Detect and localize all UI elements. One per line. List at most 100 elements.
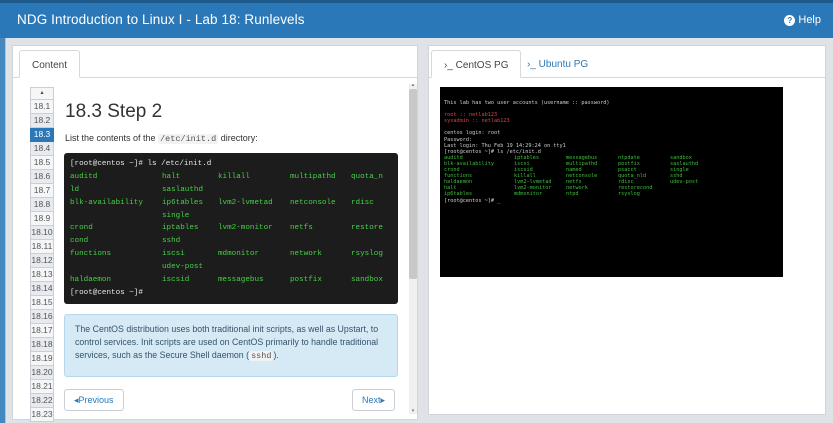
vm-final-prompt: [root@centos ~]# _: [444, 197, 501, 204]
vm-entry: ip6tables: [444, 191, 473, 198]
terminal-entry: blk-availability: [70, 198, 143, 207]
terminal-line: haldaemon iscsid messagebus postfix sandbox: [70, 274, 392, 287]
content-tabbar: Content: [13, 46, 417, 78]
app-title: NDG Introduction to Linux I - Lab 18: Ru…: [17, 12, 305, 27]
terminal-entry: postfix: [290, 276, 322, 285]
info-text: The CentOS distribution uses both tradit…: [75, 324, 379, 360]
step-link[interactable]: 18.16: [30, 310, 54, 324]
terminal-entry: auditd: [70, 172, 98, 181]
scroll-up-arrow-icon[interactable]: ▴: [409, 82, 417, 88]
terminal-entry: rdisc: [351, 198, 374, 207]
step-link[interactable]: 18.1: [30, 100, 54, 114]
step-link[interactable]: 18.4: [30, 142, 54, 156]
step-link[interactable]: 18.17: [30, 324, 54, 338]
terminal-entry: rsyslog: [351, 250, 383, 259]
terminal-entry: messagebus: [218, 276, 264, 285]
terminal-entry: iptables: [162, 224, 199, 233]
step-link[interactable]: 18.20: [30, 366, 54, 380]
step-link[interactable]: 18.8: [30, 198, 54, 212]
terminal-entry: iscsid: [162, 276, 190, 285]
terminal-entry: halt: [162, 172, 181, 181]
terminal-entry: lvm2-lvmetad: [218, 198, 273, 207]
step-link[interactable]: 18.21: [30, 380, 54, 394]
step-link[interactable]: 18.23: [30, 408, 54, 422]
terminal-entry: network: [290, 250, 322, 259]
content-scrollbar[interactable]: ▴ ▾: [409, 82, 417, 414]
terminal-entry: mdmonitor: [218, 250, 260, 259]
scroll-thumb[interactable]: [409, 89, 417, 279]
info-code: sshd: [249, 351, 274, 361]
terminal-entry: udev-post: [162, 263, 204, 272]
terminal-entry: sshd: [162, 237, 181, 246]
step-link[interactable]: 18.19: [30, 352, 54, 366]
vm-console-screen[interactable]: This lab has two user accounts (username…: [440, 87, 783, 277]
help-button[interactable]: ? Help: [784, 14, 821, 26]
step-link[interactable]: 18.5: [30, 156, 54, 170]
step-link[interactable]: 18.22: [30, 394, 54, 408]
step-link[interactable]: 18.15: [30, 296, 54, 310]
question-circle-icon: ?: [784, 14, 796, 26]
vm-entry: [670, 191, 720, 197]
info-callout: The CentOS distribution uses both tradit…: [64, 314, 398, 377]
terminal-entry: haldaemon: [70, 276, 112, 285]
terminal-entry: ld: [70, 185, 80, 194]
vm-entry: mdmonitor: [514, 191, 543, 198]
vm-listing: auditd iptables messagebus ntpdate sandbox bl…: [444, 155, 779, 198]
terminal-listing: auditd halt killall multipathd quota_n ld sasl…: [70, 171, 392, 287]
step-link[interactable]: 18.7: [30, 184, 54, 198]
terminal-output-block: [root@centos ~]# ls /etc/init.d auditd ha…: [64, 153, 398, 304]
vm-entry: rsyslog: [618, 191, 640, 198]
instruction-text-after: directory:: [220, 133, 258, 143]
step-link[interactable]: 18.6: [30, 170, 54, 184]
terminal-entry: cond: [70, 237, 89, 246]
next-button[interactable]: Next▸: [352, 389, 396, 411]
step-nav-up-button[interactable]: ▴: [30, 87, 54, 100]
terminal-line: blk-availability ip6tables lvm2-lvmetad net…: [70, 197, 392, 210]
instruction-code: /etc/init.d: [158, 134, 219, 144]
terminal-entry: crond: [70, 224, 93, 233]
info-text-end: ).: [273, 350, 279, 360]
step-link[interactable]: 18.9: [30, 212, 54, 226]
content-panel: Content ▴ 18.1 18.2 18.3 18.4 18.5 18.6 18.7 18…: [12, 45, 418, 422]
step-link[interactable]: 18.13: [30, 268, 54, 282]
instruction-text-before: List the contents of the: [65, 133, 156, 143]
terminal-entry: saslauthd: [162, 185, 204, 194]
step-link[interactable]: 18.10: [30, 226, 54, 240]
terminal-command-line: [root@centos ~]# ls /etc/init.d: [70, 160, 212, 168]
step-navigation: ▴ 18.1 18.2 18.3 18.4 18.5 18.6 18.7 18.8 18.9 18…: [30, 87, 54, 422]
vm-entry: ntpd: [566, 191, 579, 198]
terminal-line: crond iptables lvm2-monitor netfs restore: [70, 222, 392, 235]
step-link[interactable]: 18.14: [30, 282, 54, 296]
tab-content[interactable]: Content: [19, 50, 81, 78]
terminal-entry: ip6tables: [162, 198, 204, 207]
previous-button[interactable]: ◂Previous: [64, 389, 124, 411]
terminal-entry: restore: [351, 224, 383, 233]
step-link[interactable]: 18.12: [30, 254, 54, 268]
terminal-line: single: [70, 210, 392, 223]
tab-centos-pg[interactable]: ›_ CentOS PG: [431, 50, 522, 78]
scroll-down-arrow-icon[interactable]: ▾: [409, 408, 417, 414]
left-edge-divider: [5, 38, 6, 423]
terminal-entry: netconsole: [290, 198, 336, 207]
terminal-entry: quota_n: [351, 172, 383, 181]
terminal-line: udev-post: [70, 261, 392, 274]
terminal-entry: sandbox: [351, 276, 383, 285]
help-label: Help: [798, 14, 821, 26]
terminal-line: ld saslauthd: [70, 184, 392, 197]
terminal-final-prompt: [root@centos ~]#: [70, 288, 143, 297]
tab-ubuntu-pg[interactable]: ›_ Ubuntu PG: [515, 50, 600, 78]
terminal-entry: iscsi: [162, 250, 185, 259]
terminal-entry: lvm2-monitor: [218, 224, 273, 233]
step-link[interactable]: 18.18: [30, 338, 54, 352]
terminal-entry: single: [162, 211, 190, 220]
step-link[interactable]: 18.3: [30, 128, 54, 142]
terminal-entry: killall: [218, 172, 250, 181]
virtual-machine-panel: ›_ CentOS PG ›_ Ubuntu PG This lab has t…: [428, 45, 826, 415]
vm-tabbar: ›_ CentOS PG ›_ Ubuntu PG: [429, 46, 825, 78]
step-link[interactable]: 18.11: [30, 240, 54, 254]
step-title: 18.3 Step 2: [65, 101, 163, 122]
step-link[interactable]: 18.2: [30, 114, 54, 128]
terminal-line: auditd halt killall multipathd quota_n: [70, 171, 392, 184]
step-instruction: List the contents of the /etc/init.d dir…: [65, 133, 258, 144]
terminal-entry: functions: [70, 250, 112, 259]
